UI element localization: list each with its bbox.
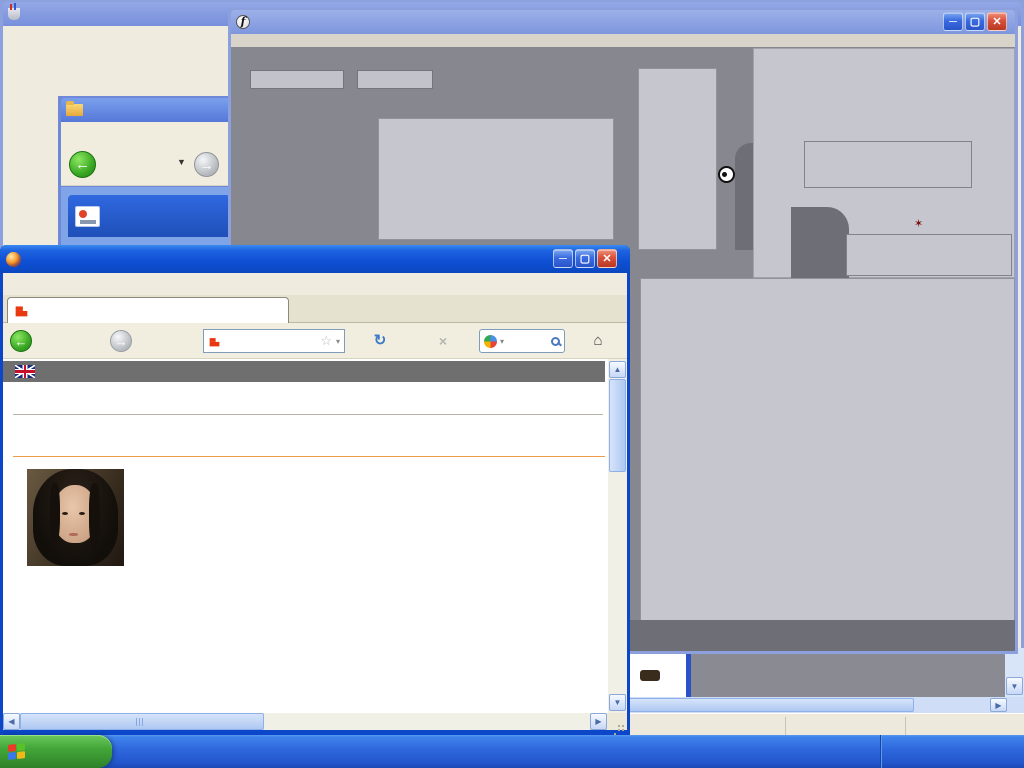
paint-app-icon xyxy=(8,8,20,20)
back-dropdown-icon[interactable]: ▼ xyxy=(177,157,186,167)
game-shape xyxy=(735,143,755,250)
vscroll-thumb[interactable] xyxy=(609,379,626,472)
statusbar-divider xyxy=(905,717,906,735)
image-tasks-panel-header[interactable] xyxy=(68,195,230,237)
firefox-app-icon xyxy=(6,252,21,267)
progress-legend-box xyxy=(846,234,1012,276)
flash-close-button[interactable]: ✕ xyxy=(987,12,1007,31)
system-tray xyxy=(880,735,1024,768)
flash-menustrip xyxy=(231,34,1015,47)
taskbar xyxy=(0,735,1024,768)
hscroll-thumb[interactable] xyxy=(20,713,264,730)
game-ball-sprite xyxy=(718,166,735,183)
bg-statusbar xyxy=(628,713,1024,737)
back-button[interactable]: ← xyxy=(69,151,96,178)
google-logo-icon xyxy=(484,335,497,348)
nav-forward-button[interactable]: → xyxy=(110,325,200,357)
flash-app-icon: f xyxy=(236,15,250,29)
desktop: ← ▼ → ▼ ▶ xyxy=(0,0,1024,768)
urlbar-dropdown-icon[interactable]: ▾ xyxy=(336,337,340,346)
image-tasks-icon xyxy=(75,206,100,227)
firefox-menubar xyxy=(3,273,627,295)
search-magnifier-icon[interactable] xyxy=(551,337,560,346)
star-sprite: ✶ xyxy=(914,217,923,230)
scroll-right-button[interactable]: ▶ xyxy=(590,713,607,730)
vgr-favicon xyxy=(16,305,28,317)
bg-hscrollbar[interactable]: ▶ xyxy=(628,697,1024,713)
firefox-tabstrip xyxy=(3,295,627,323)
browser-tab[interactable] xyxy=(7,297,289,323)
location-bar[interactable]: ☆ ▾ xyxy=(203,329,345,353)
nav-back-button[interactable]: ← xyxy=(7,325,107,357)
reload-button[interactable]: ↻ xyxy=(349,324,411,358)
download-status-box xyxy=(804,141,972,188)
bg-scroll-down-button[interactable]: ▼ xyxy=(1006,677,1023,695)
background-browser-window: ▼ ▶ xyxy=(628,648,1024,737)
windows-logo-icon xyxy=(8,743,25,760)
home-button[interactable]: ⌂ xyxy=(569,324,627,358)
firefox-titlebar[interactable]: ─ ▢ ✕ xyxy=(0,245,630,273)
search-bar[interactable]: ▾ xyxy=(479,329,565,353)
forward-arrow-icon: → xyxy=(110,330,132,352)
stop-button[interactable]: × xyxy=(413,324,473,358)
folder-icon xyxy=(66,104,83,116)
profile-right-col xyxy=(3,359,613,713)
reload-icon: ↻ xyxy=(374,334,387,348)
firefox-navbar: ← → ☆ ▾ ↻ × ▾ xyxy=(3,323,627,359)
scroll-down-button[interactable]: ▼ xyxy=(609,694,626,711)
flash-maximize-button[interactable]: ▢ xyxy=(965,12,985,31)
bg-grid-area xyxy=(628,648,1024,697)
scroll-up-button[interactable]: ▲ xyxy=(609,361,626,378)
page-content: ▲ ▼ xyxy=(3,359,627,713)
episode-scores-panel xyxy=(378,118,614,240)
select-episode-panel xyxy=(640,278,1015,625)
resize-grip[interactable] xyxy=(607,713,627,730)
flash-titlebar[interactable]: f ─ ▢ ✕ xyxy=(231,10,1015,34)
firefox-maximize-button[interactable]: ▢ xyxy=(575,249,595,268)
highscores-panel: ✶ xyxy=(753,48,1015,278)
firefox-minimize-button[interactable]: ─ xyxy=(553,249,573,268)
stop-icon: × xyxy=(439,335,447,348)
back-arrow-icon: ← xyxy=(10,330,32,352)
firefox-close-button[interactable]: ✕ xyxy=(597,249,617,268)
view-scores-panel xyxy=(638,68,717,250)
bg-hscroll-thumb[interactable] xyxy=(628,698,914,712)
urlbar-favicon xyxy=(210,336,220,346)
start-button[interactable] xyxy=(0,735,112,768)
statusbar-divider xyxy=(785,717,786,735)
search-engine-dropdown-icon[interactable]: ▾ xyxy=(500,337,504,346)
scroll-left-button[interactable]: ◀ xyxy=(3,713,20,730)
page-hscrollbar[interactable]: ◀ ▶ xyxy=(3,713,627,730)
home-icon: ⌂ xyxy=(593,334,602,348)
bookmark-star-icon[interactable]: ☆ xyxy=(320,333,332,349)
bg-scroll-right-button[interactable]: ▶ xyxy=(990,698,1007,712)
game-shape xyxy=(791,207,849,278)
page-vscrollbar[interactable]: ▲ ▼ xyxy=(608,359,627,713)
flash-minimize-button[interactable]: ─ xyxy=(943,12,963,31)
forward-button[interactable]: → xyxy=(194,152,219,177)
bg-vscrollbar[interactable]: ▼ xyxy=(1005,648,1024,697)
firefox-window: ─ ▢ ✕ ← → ☆ ▾ xyxy=(0,245,630,735)
